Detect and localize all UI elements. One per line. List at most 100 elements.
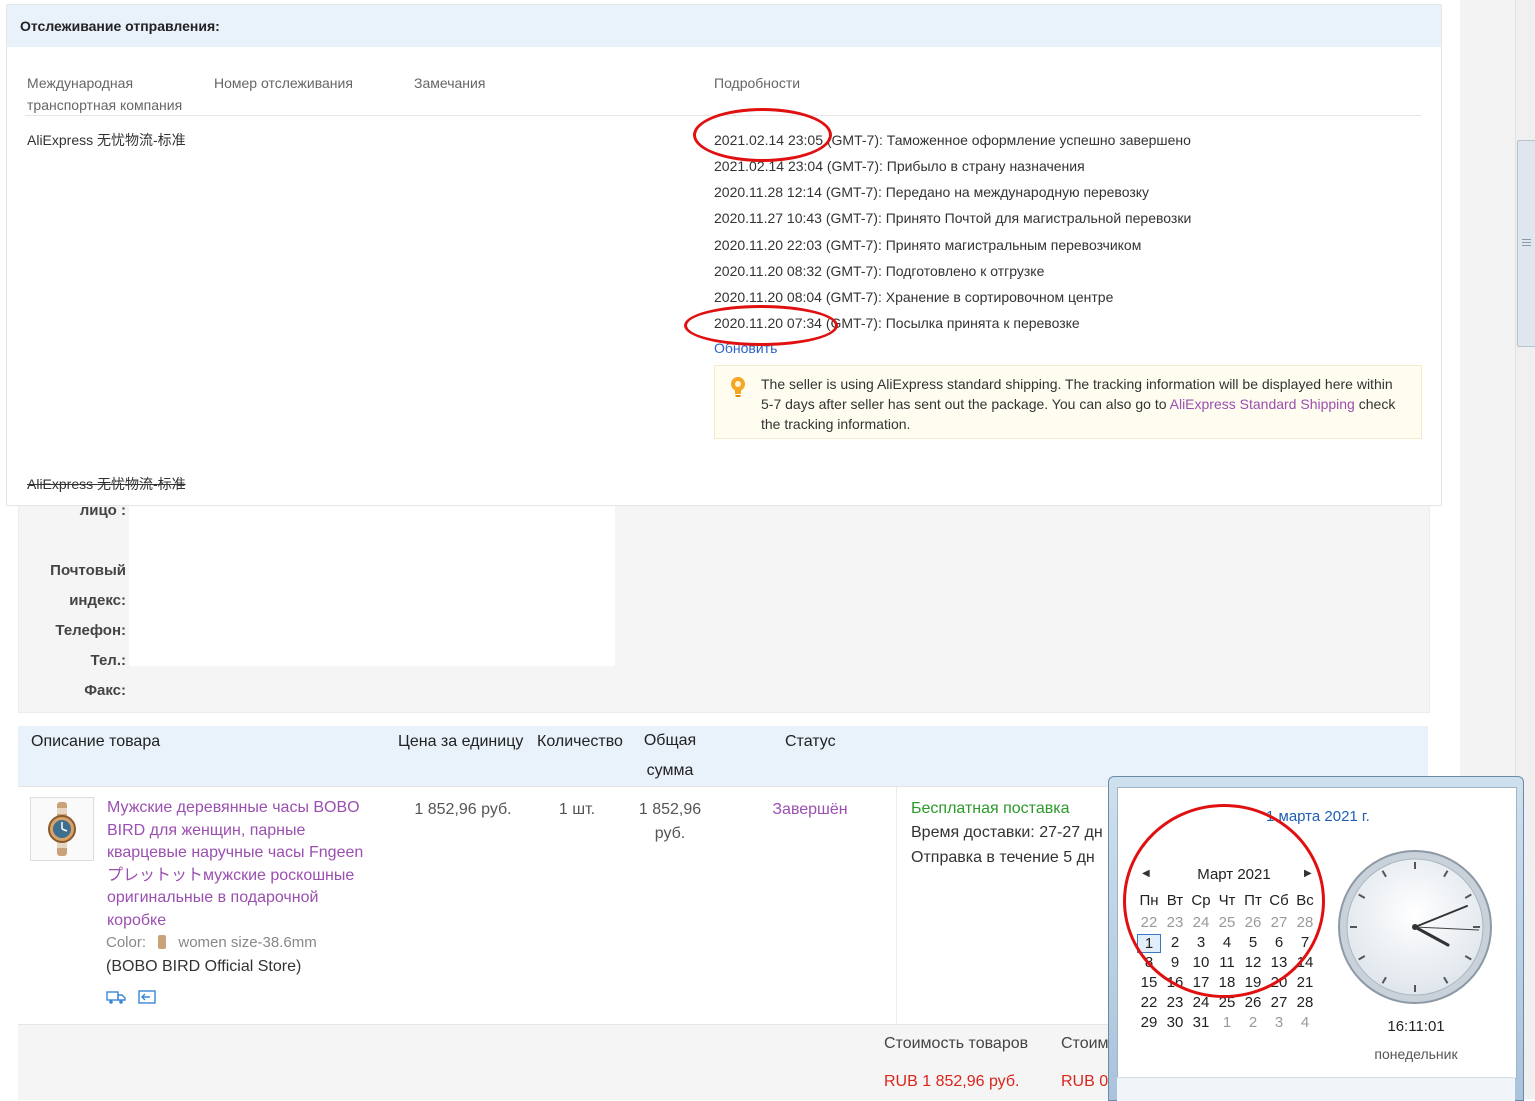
total-line2: руб. [654, 825, 686, 842]
shipping-cost-label: Стоим [1061, 1035, 1109, 1052]
calendar-day[interactable]: 27 [1266, 994, 1292, 1011]
product-title-link[interactable]: Мужские деревянные часы BOBO BIRD для же… [107, 797, 375, 932]
column-remarks: Замечания [414, 75, 486, 91]
calendar-day-outside[interactable]: 2 [1240, 1014, 1266, 1031]
header-total-line2: сумма [646, 762, 694, 779]
calendar-day-today[interactable]: 1 [1137, 934, 1161, 953]
tracking-header: Отслеживание отправления: [7, 5, 1441, 47]
calendar-day[interactable]: 18 [1214, 974, 1240, 991]
tracking-event: 2020.11.28 12:14 (GMT-7): Передано на ме… [714, 184, 1150, 200]
shipping-notice: The seller is using AliExpress standard … [714, 365, 1422, 439]
calendar-day[interactable]: 4 [1214, 934, 1240, 951]
calendar-day[interactable]: 15 [1136, 974, 1162, 991]
calendar-day-outside[interactable]: 4 [1292, 1014, 1318, 1031]
calendar-day[interactable]: 19 [1240, 974, 1266, 991]
clock-time: 16:11:01 [1387, 1018, 1445, 1035]
header-status: Статус [785, 733, 836, 750]
goods-cost-label: Стоимость товаров [884, 1035, 1029, 1052]
calendar-day[interactable]: 11 [1214, 954, 1240, 971]
calendar-next-icon[interactable]: ▶ [1304, 868, 1312, 879]
shipping-cost-value: RUB 0 [1061, 1073, 1109, 1090]
row-divider [896, 787, 897, 1025]
calendar-day[interactable]: 23 [1162, 994, 1188, 1011]
calendar-day[interactable]: 28 [1292, 994, 1318, 1011]
header-quantity: Количество [537, 733, 623, 750]
calendar-day[interactable]: 12 [1240, 954, 1266, 971]
calendar-day-outside[interactable]: 1 [1214, 1014, 1240, 1031]
calendar-day[interactable]: 21 [1292, 974, 1318, 991]
calendar-day[interactable]: 3 [1188, 934, 1214, 951]
calendar-day[interactable]: 24 [1188, 994, 1214, 1011]
refresh-link[interactable]: Обновить [714, 340, 777, 356]
calendar-day-outside[interactable]: 22 [1136, 914, 1162, 931]
calendar-day[interactable]: 6 [1266, 934, 1292, 951]
calendar-weekday-header: Пн [1139, 892, 1159, 909]
calendar-day[interactable]: 5 [1240, 934, 1266, 951]
clock-popup-footer [1117, 1077, 1515, 1101]
calendar-day[interactable]: 16 [1162, 974, 1188, 991]
calendar-day[interactable]: 14 [1292, 954, 1318, 971]
column-carrier-line2: транспортная компания [27, 97, 183, 113]
delivery-time-text: Время доставки: 27-27 дн [911, 824, 1103, 841]
calendar-day-outside[interactable]: 3 [1266, 1014, 1292, 1031]
product-thumbnail[interactable] [30, 797, 94, 861]
calendar-day-outside[interactable]: 23 [1162, 914, 1188, 931]
calendar-day[interactable]: 29 [1136, 1014, 1162, 1031]
current-date-link[interactable]: 1 марта 2021 г. [1266, 808, 1370, 825]
column-carrier-line1: Международная [27, 75, 134, 91]
tracking-event: 2020.11.20 08:32 (GMT-7): Подготовлено к… [714, 263, 1045, 279]
product-color-line: Color: women size-38.6mm [106, 934, 317, 951]
color-label: Color: [106, 934, 147, 951]
tracking-event: 2020.11.20 07:34 (GMT-7): Посылка принят… [714, 315, 1080, 331]
calendar-weekday-header: Чт [1218, 892, 1236, 909]
calendar-weekday-header: Вт [1166, 892, 1184, 909]
header-total: Общая сумма [638, 726, 702, 786]
address-label-postal: Почтовый [50, 562, 126, 579]
tracking-event: 2021.02.14 23:04 (GMT-7): Прибыло в стра… [714, 158, 1085, 174]
calendar-day[interactable]: 8 [1136, 954, 1162, 971]
calendar-day[interactable]: 30 [1162, 1014, 1188, 1031]
free-shipping-text: Бесплатная поставка [911, 800, 1070, 817]
calendar-day[interactable]: 7 [1292, 934, 1318, 951]
calendar-day-outside[interactable]: 27 [1266, 914, 1292, 931]
header-description: Описание товара [31, 733, 161, 750]
calendar-day-outside[interactable]: 26 [1240, 914, 1266, 931]
calendar-day[interactable]: 9 [1162, 954, 1188, 971]
calendar-day[interactable]: 26 [1240, 994, 1266, 1011]
calendar-day[interactable]: 25 [1214, 994, 1240, 1011]
notice-text: The seller is using AliExpress standard … [761, 374, 1401, 434]
scrollbar-thumb[interactable] [1517, 140, 1535, 347]
analog-clock-icon [1338, 850, 1492, 1004]
calendar-day[interactable]: 20 [1266, 974, 1292, 991]
calendar-day[interactable]: 17 [1188, 974, 1214, 991]
total-amount: 1 852,96 руб. [626, 798, 714, 846]
calendar-day[interactable]: 13 [1266, 954, 1292, 971]
standard-shipping-link[interactable]: AliExpress Standard Shipping [1170, 396, 1355, 412]
clock-weekday: понедельник [1374, 1046, 1458, 1062]
address-label-contact: лицо : [79, 502, 126, 519]
calendar-day-outside[interactable]: 24 [1188, 914, 1214, 931]
tracking-event: 2020.11.27 10:43 (GMT-7): Принято Почтой… [714, 210, 1192, 226]
calendar-day[interactable]: 31 [1188, 1014, 1214, 1031]
truck-icon[interactable] [106, 989, 126, 1005]
address-values-redacted [129, 506, 615, 666]
order-status: Завершён [772, 801, 848, 818]
calendar-month-title[interactable]: Март 2021 [1184, 866, 1284, 883]
calendar-weekday-header: Вс [1296, 892, 1314, 909]
calendar-day-outside[interactable]: 25 [1214, 914, 1240, 931]
address-label-phone: Телефон: [55, 622, 126, 639]
goods-cost-value: RUB 1 852,96 руб. [884, 1073, 1020, 1090]
header-total-line1: Общая [643, 732, 697, 749]
return-icon[interactable] [137, 989, 157, 1005]
watch-thumbnail-icon [48, 802, 76, 856]
calendar-day[interactable]: 2 [1162, 934, 1188, 951]
calendar-day-outside[interactable]: 28 [1292, 914, 1318, 931]
calendar-weekday-header: Ср [1191, 892, 1211, 909]
store-name: (BOBO BIRD Official Store) [106, 958, 302, 975]
calendar-day[interactable]: 10 [1188, 954, 1214, 971]
column-tracking-number: Номер отслеживания [214, 75, 353, 91]
color-swatch-icon [158, 935, 167, 949]
calendar-prev-icon[interactable]: ◀ [1142, 868, 1150, 879]
column-details: Подробности [714, 75, 801, 91]
calendar-day[interactable]: 22 [1136, 994, 1162, 1011]
